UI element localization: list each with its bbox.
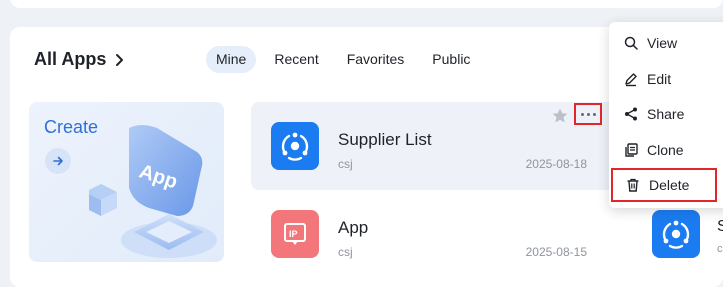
pen-icon xyxy=(625,73,637,87)
menu-item-label: Edit xyxy=(647,71,672,87)
app-owner: csj xyxy=(338,157,353,171)
more-options-button[interactable] xyxy=(574,103,602,125)
chevron-right-icon xyxy=(116,53,124,66)
menu-item-clone[interactable]: Clone xyxy=(609,133,723,167)
previous-section-card xyxy=(10,0,723,8)
svg-text:IP: IP xyxy=(289,229,298,239)
menu-item-label: Delete xyxy=(649,177,690,193)
app-filter-tabs: Mine Recent Favorites Public xyxy=(206,46,480,73)
more-dot xyxy=(586,112,590,116)
app-context-menu: View Edit Share Clone Delete xyxy=(609,22,723,208)
tab-mine[interactable]: Mine xyxy=(206,46,257,73)
all-apps-header[interactable]: All Apps xyxy=(34,49,126,70)
arrow-right-icon[interactable] xyxy=(45,148,71,174)
menu-item-label: Clone xyxy=(647,142,684,158)
app-date: 2025-08-15 xyxy=(525,245,587,259)
section-title: All Apps xyxy=(34,49,107,69)
app-owner: csj xyxy=(338,245,353,259)
ip-app-icon: IP xyxy=(271,210,319,258)
app-card-app[interactable]: IP App csj 2025-08-15 xyxy=(251,190,621,278)
menu-item-label: Share xyxy=(647,106,685,122)
create-app-illustration: App xyxy=(89,125,217,258)
tab-favorites[interactable]: Favorites xyxy=(337,46,415,73)
partial-app-icon[interactable] xyxy=(652,210,700,258)
create-app-card[interactable]: Create App xyxy=(29,102,224,262)
more-dots-icon xyxy=(580,112,584,116)
tab-recent[interactable]: Recent xyxy=(264,46,328,73)
app-card-supplier-list[interactable]: Supplier List csj 2025-08-18 xyxy=(251,102,621,190)
tab-public[interactable]: Public xyxy=(422,46,480,73)
star-icon[interactable] xyxy=(551,107,569,125)
app-date: 2025-08-18 xyxy=(525,157,587,171)
trash-icon xyxy=(627,178,639,192)
menu-item-edit[interactable]: Edit xyxy=(609,62,723,96)
search-icon xyxy=(624,36,638,50)
app-name: Supplier List xyxy=(338,130,432,149)
menu-item-delete[interactable]: Delete xyxy=(611,168,717,202)
menu-item-view[interactable]: View xyxy=(609,26,723,60)
menu-item-share[interactable]: Share xyxy=(609,97,723,131)
share-icon xyxy=(625,107,637,121)
clone-icon xyxy=(625,143,638,157)
partial-app-owner: c xyxy=(717,243,723,255)
more-dot xyxy=(592,112,596,116)
app-name: App xyxy=(338,218,369,237)
partial-app-name: S xyxy=(717,218,723,235)
supplier-app-icon xyxy=(271,122,319,170)
menu-item-label: View xyxy=(647,35,678,51)
